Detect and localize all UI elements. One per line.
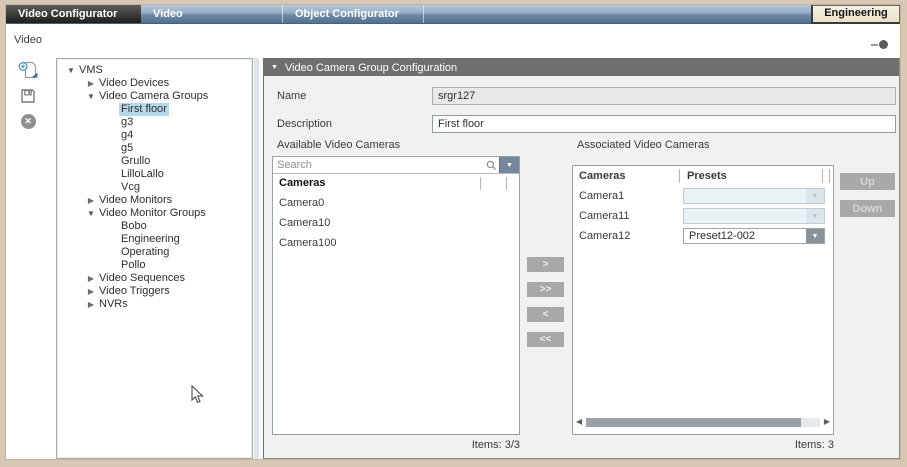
tree-item-engineering[interactable]: Engineering	[57, 233, 252, 246]
tree-item-video-monitors[interactable]: Video Monitors	[57, 194, 252, 207]
move-all-left-button[interactable]: <<	[527, 332, 564, 347]
scroll-left-icon[interactable]: ◀	[576, 416, 586, 428]
available-camera-row[interactable]: Camera10	[273, 213, 519, 233]
app-window: Video Configurator Video Object Configur…	[5, 4, 901, 460]
tree-item-operating[interactable]: Operating	[57, 246, 252, 259]
tree-item-pollo[interactable]: Pollo	[57, 259, 252, 272]
panel-splitter[interactable]	[254, 58, 259, 459]
scrollbar-thumb[interactable]	[586, 418, 801, 427]
collapse-icon[interactable]	[271, 64, 278, 71]
move-all-right-button[interactable]: >>	[527, 282, 564, 297]
delete-icon[interactable]: ✕	[17, 111, 39, 131]
available-cameras-list: Cameras Camera0 Camera10 Camera100	[272, 156, 520, 435]
associated-camera-row[interactable]: Camera11	[573, 206, 833, 226]
breadcrumb: Video	[14, 34, 42, 46]
tree-item-g4[interactable]: g4	[57, 129, 252, 142]
associated-cameras-label: Associated Video Cameras	[577, 139, 709, 151]
move-left-button[interactable]: <	[527, 307, 564, 322]
scroll-right-icon[interactable]: ▶	[820, 416, 830, 428]
search-icon	[483, 157, 499, 173]
tab-video-configurator[interactable]: Video Configurator	[6, 5, 141, 23]
associated-camera-row[interactable]: Camera1	[573, 186, 833, 206]
associated-column-header[interactable]: Cameras Presets	[573, 166, 833, 186]
move-right-button[interactable]: >	[527, 257, 564, 272]
tree-item-grullo[interactable]: Grullo	[57, 155, 252, 168]
preset-dropdown	[683, 188, 825, 204]
left-toolbar: ✕	[6, 56, 54, 459]
description-field[interactable]	[432, 115, 896, 133]
pin-icon[interactable]	[871, 40, 888, 49]
available-cameras-label: Available Video Cameras	[277, 139, 400, 151]
tab-bar: Video Configurator Video Object Configur…	[6, 5, 900, 24]
expander-icon[interactable]	[85, 298, 97, 311]
tree-item-vms[interactable]: VMS	[57, 64, 252, 77]
name-field	[432, 87, 896, 105]
expander-icon[interactable]	[85, 194, 97, 207]
available-column-header[interactable]: Cameras	[273, 174, 519, 193]
panel-header[interactable]: Video Camera Group Configuration	[264, 59, 899, 76]
tab-video[interactable]: Video	[141, 5, 283, 23]
search-input[interactable]	[273, 157, 483, 173]
tree-item-vcg[interactable]: Vcg	[57, 181, 252, 194]
expander-icon[interactable]	[85, 207, 97, 220]
description-label: Description	[277, 118, 332, 130]
content-area: ✕ VMS Video Devices Video Camera Groups …	[6, 56, 900, 459]
app-frame: Video Configurator Video Object Configur…	[0, 0, 907, 467]
associated-cameras-list: Cameras Presets Camera1 C	[572, 165, 834, 435]
move-down-button[interactable]: Down	[840, 200, 895, 217]
tree-item-video-camera-groups[interactable]: Video Camera Groups	[57, 90, 252, 103]
tree-item-bobo[interactable]: Bobo	[57, 220, 252, 233]
horizontal-scrollbar[interactable]: ◀ ▶	[576, 416, 830, 428]
expander-icon[interactable]	[85, 77, 97, 90]
chevron-down-icon	[806, 209, 824, 223]
breadcrumb-row: Video	[6, 24, 900, 56]
associated-camera-row[interactable]: Camera12 Preset12-002	[573, 226, 833, 246]
expander-icon[interactable]	[65, 64, 77, 77]
available-camera-row[interactable]: Camera100	[273, 233, 519, 253]
tree-item-video-triggers[interactable]: Video Triggers	[57, 285, 252, 298]
search-row	[273, 157, 519, 174]
name-label: Name	[277, 90, 306, 102]
search-filter-dropdown[interactable]	[499, 157, 519, 173]
expander-icon[interactable]	[85, 285, 97, 298]
tree-item-g3[interactable]: g3	[57, 116, 252, 129]
preset-dropdown	[683, 208, 825, 224]
tree-item-video-devices[interactable]: Video Devices	[57, 77, 252, 90]
tab-engineering[interactable]: Engineering	[811, 5, 900, 24]
chevron-down-icon	[806, 189, 824, 203]
expander-icon[interactable]	[85, 272, 97, 285]
associated-items-count: Items: 3	[572, 439, 834, 451]
config-panel: Video Camera Group Configuration Name De…	[263, 58, 900, 459]
save-icon[interactable]	[17, 86, 39, 106]
tree-item-video-sequences[interactable]: Video Sequences	[57, 272, 252, 285]
tree-item-g5[interactable]: g5	[57, 142, 252, 155]
tree-item-lillolallo[interactable]: LilloLallo	[57, 168, 252, 181]
tree-item-first-floor[interactable]: First floor	[57, 103, 252, 116]
panel-title: Video Camera Group Configuration	[285, 62, 457, 74]
move-up-button[interactable]: Up	[840, 173, 895, 190]
tab-object-configurator[interactable]: Object Configurator	[283, 5, 424, 23]
preset-dropdown[interactable]: Preset12-002	[683, 228, 825, 244]
tree-item-video-monitor-groups[interactable]: Video Monitor Groups	[57, 207, 252, 220]
available-camera-row[interactable]: Camera0	[273, 193, 519, 213]
tree-item-nvrs[interactable]: NVRs	[57, 298, 252, 311]
tree-panel: VMS Video Devices Video Camera Groups Fi…	[56, 58, 253, 459]
available-items-count: Items: 3/3	[272, 439, 520, 451]
chevron-down-icon[interactable]	[806, 229, 824, 243]
expander-icon[interactable]	[85, 90, 97, 103]
new-item-icon[interactable]	[17, 60, 39, 80]
